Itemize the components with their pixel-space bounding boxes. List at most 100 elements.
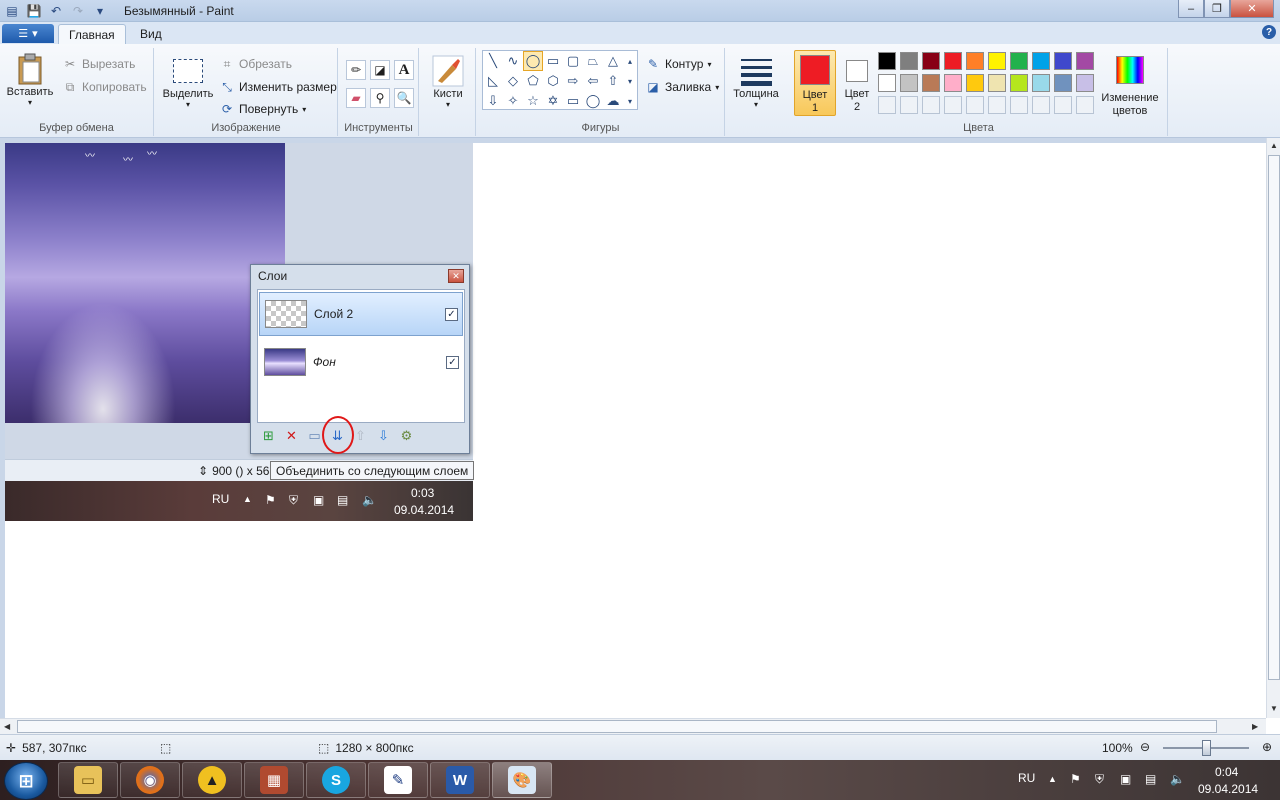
clock-time[interactable]: 0:04 xyxy=(1215,765,1238,779)
palette-swatch[interactable] xyxy=(922,52,940,70)
vertical-scroll-thumb[interactable] xyxy=(1268,155,1280,680)
line-shape-icon[interactable]: ╲ xyxy=(483,51,503,71)
triangle-shape-icon[interactable]: △ xyxy=(603,51,623,71)
layer-properties-icon[interactable]: ⚙ xyxy=(395,426,418,446)
help-icon[interactable]: ? xyxy=(1262,25,1276,39)
palette-swatch[interactable] xyxy=(1076,74,1094,92)
network-icon[interactable]: ▤ xyxy=(1145,772,1156,786)
palette-swatch[interactable] xyxy=(944,52,962,70)
file-menu-button[interactable]: ☰ ▾ xyxy=(2,24,54,43)
layer-row[interactable]: Фон ✓ xyxy=(259,340,463,384)
scroll-left-icon[interactable]: ◀ xyxy=(4,722,10,731)
brushes-button[interactable]: Кисти ▾ xyxy=(426,54,470,109)
clock-date[interactable]: 09.04.2014 xyxy=(1198,782,1258,796)
color2-button[interactable]: Цвет 2 xyxy=(840,50,874,116)
rectangle-shape-icon[interactable]: ▭ xyxy=(543,51,563,71)
tab-view[interactable]: Вид xyxy=(130,24,172,44)
vertical-scrollbar[interactable]: ▲ ▼ xyxy=(1266,138,1280,718)
empty-palette-swatch[interactable] xyxy=(944,96,962,114)
undo-icon[interactable]: ↶ xyxy=(48,3,64,19)
delete-layer-icon[interactable]: ✕ xyxy=(280,426,303,446)
palette-swatch[interactable] xyxy=(1032,52,1050,70)
color1-button[interactable]: Цвет 1 xyxy=(794,50,836,116)
network-flag-icon[interactable]: ⚑ xyxy=(1070,772,1081,786)
fill-button[interactable]: ◪ Заливка ▾ xyxy=(645,79,719,95)
palette-swatch[interactable] xyxy=(966,52,984,70)
pentagon-shape-icon[interactable]: ⬠ xyxy=(523,71,543,91)
layer-row[interactable]: Слой 2 ✓ xyxy=(259,292,463,336)
arrow-down-shape-icon[interactable]: ⇩ xyxy=(483,91,503,111)
palette-swatch[interactable] xyxy=(878,52,896,70)
start-button[interactable]: ⊞ xyxy=(4,762,48,800)
star5-shape-icon[interactable]: ☆ xyxy=(523,91,543,111)
taskbar-skype[interactable]: S xyxy=(306,762,366,798)
redo-icon[interactable]: ↷ xyxy=(70,3,86,19)
pencil-icon[interactable]: ✏ xyxy=(346,60,366,80)
palette-swatch[interactable] xyxy=(900,52,918,70)
hexagon-shape-icon[interactable]: ⬡ xyxy=(543,71,563,91)
arrow-right-shape-icon[interactable]: ⇨ xyxy=(563,71,583,91)
palette-swatch[interactable] xyxy=(988,52,1006,70)
scroll-down-icon[interactable]: ▼ xyxy=(1270,704,1278,713)
color-picker-icon[interactable]: ⚲ xyxy=(370,88,390,108)
diamond-shape-icon[interactable]: ◇ xyxy=(503,71,523,91)
empty-palette-swatch[interactable] xyxy=(988,96,1006,114)
gallery-scroll-up-icon[interactable]: ▴ xyxy=(623,51,637,71)
close-button[interactable]: ✕ xyxy=(1230,0,1274,18)
empty-palette-swatch[interactable] xyxy=(922,96,940,114)
right-triangle-shape-icon[interactable]: ◺ xyxy=(483,71,503,91)
palette-swatch[interactable] xyxy=(966,74,984,92)
restore-button[interactable]: ❐ xyxy=(1204,0,1230,18)
arrow-left-shape-icon[interactable]: ⇦ xyxy=(583,71,603,91)
device-icon[interactable]: ▣ xyxy=(1120,772,1131,786)
oval-shape-icon[interactable]: ◯ xyxy=(523,51,543,71)
palette-swatch[interactable] xyxy=(1010,52,1028,70)
zoom-slider-knob[interactable] xyxy=(1202,740,1211,756)
crop-button[interactable]: ⌗ Обрезать xyxy=(219,56,292,72)
empty-palette-swatch[interactable] xyxy=(1032,96,1050,114)
edit-colors-button[interactable]: Изменение цветов xyxy=(1094,50,1166,117)
empty-palette-swatch[interactable] xyxy=(1054,96,1072,114)
palette-swatch[interactable] xyxy=(944,74,962,92)
taskbar-firefox[interactable]: ◉ xyxy=(120,762,180,798)
horizontal-scrollbar[interactable]: ◀ ▶ xyxy=(0,718,1266,734)
empty-palette-swatch[interactable] xyxy=(878,96,896,114)
tray-arrow-icon[interactable]: ▲ xyxy=(1048,774,1057,784)
outline-button[interactable]: ✎ Контур ▾ xyxy=(645,56,712,72)
volume-icon[interactable]: 🔈 xyxy=(1170,772,1185,786)
polygon-shape-icon[interactable]: ⏢ xyxy=(583,51,603,71)
text-tool-icon[interactable]: A xyxy=(394,60,414,80)
security-icon[interactable]: ⛨ xyxy=(1095,772,1104,787)
taskbar-aimp[interactable]: ▲ xyxy=(182,762,242,798)
select-button[interactable]: Выделить ▾ xyxy=(159,54,217,109)
layer-visibility-checkbox[interactable]: ✓ xyxy=(446,355,459,369)
taskbar-paint[interactable]: 🎨 xyxy=(492,762,552,798)
cut-button[interactable]: ✂ Вырезать xyxy=(62,56,135,72)
taskbar-word[interactable]: W xyxy=(430,762,490,798)
rotate-button[interactable]: ⟳ Повернуть ▾ xyxy=(219,101,306,117)
star4-shape-icon[interactable]: ✧ xyxy=(503,91,523,111)
callout-oval-shape-icon[interactable]: ◯ xyxy=(583,91,603,111)
add-layer-icon[interactable]: ⊞ xyxy=(257,426,280,446)
taskbar-app6[interactable]: ✎ xyxy=(368,762,428,798)
gallery-scroll-down-icon[interactable]: ▾ xyxy=(623,71,637,91)
taskbar-app4[interactable]: ▦ xyxy=(244,762,304,798)
empty-palette-swatch[interactable] xyxy=(900,96,918,114)
resize-button[interactable]: ⤡ Изменить размер xyxy=(219,79,337,95)
tab-home[interactable]: Главная xyxy=(58,24,126,44)
gallery-expand-icon[interactable]: ▾ xyxy=(623,91,637,111)
copy-button[interactable]: ⧉ Копировать xyxy=(62,79,147,95)
customize-dropdown-icon[interactable]: ▾ xyxy=(92,3,108,19)
scroll-right-icon[interactable]: ▶ xyxy=(1252,722,1258,731)
scroll-up-icon[interactable]: ▲ xyxy=(1270,141,1278,150)
close-icon[interactable]: ✕ xyxy=(448,269,464,283)
callout-cloud-shape-icon[interactable]: ☁ xyxy=(603,91,623,111)
zoom-out-icon[interactable]: ⊖ xyxy=(1140,740,1150,754)
rounded-rectangle-shape-icon[interactable]: ▢ xyxy=(563,51,583,71)
horizontal-scroll-thumb[interactable] xyxy=(17,720,1217,733)
palette-swatch[interactable] xyxy=(1054,74,1072,92)
paste-button[interactable]: Вставить ▾ xyxy=(4,52,56,107)
palette-swatch[interactable] xyxy=(922,74,940,92)
palette-swatch[interactable] xyxy=(900,74,918,92)
palette-swatch[interactable] xyxy=(1010,74,1028,92)
